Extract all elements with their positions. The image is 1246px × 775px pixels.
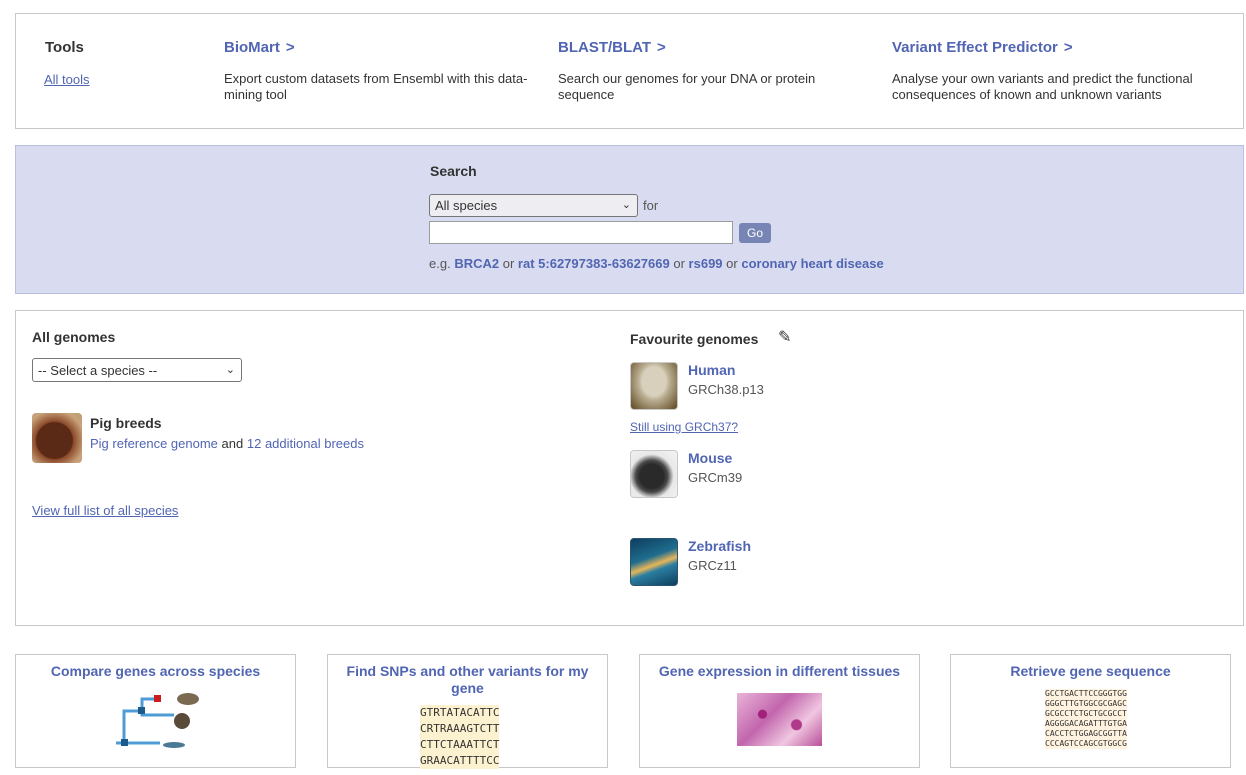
tool-blast: BLAST/BLAT > Search our genomes for your …	[558, 39, 878, 103]
pig-image	[32, 413, 82, 463]
card-gene-expression[interactable]: Gene expression in different tissues	[639, 654, 920, 768]
card-retrieve-sequence[interactable]: Retrieve gene sequence GCCTGACTTCCGGGTGG…	[950, 654, 1231, 768]
example-brca2-link[interactable]: BRCA2	[454, 256, 499, 271]
blast-description: Search our genomes for your DNA or prote…	[558, 71, 816, 102]
pig-reference-link[interactable]: Pig reference genome	[90, 436, 218, 451]
pig-links: Pig reference genome and 12 additional b…	[90, 436, 364, 451]
go-button[interactable]: Go	[739, 223, 771, 243]
pig-breeds-title: Pig breeds	[90, 415, 162, 431]
search-examples: e.g. BRCA2 or rat 5:62797383-63627669 or…	[429, 256, 884, 271]
fav-name[interactable]: Mouse	[688, 450, 732, 466]
favourite-zebrafish[interactable]: Zebrafish GRCz11	[630, 538, 930, 588]
select-species-dropdown[interactable]: -- Select a species -- ⌄	[32, 358, 242, 382]
fav-assembly: GRCm39	[688, 470, 743, 485]
example-rs699-link[interactable]: rs699	[689, 256, 723, 271]
chevron-right-icon: >	[285, 39, 295, 56]
chevron-down-icon: ⌄	[621, 199, 631, 211]
species-select-value: All species	[435, 198, 498, 213]
gene-sequence: GCCTGACTTCCGGGTGG GGGCTTGTGGCGCGAGC GCGC…	[1045, 689, 1127, 749]
grch37-link[interactable]: Still using GRCh37?	[630, 420, 738, 434]
favourite-genomes-title: Favourite genomes	[630, 331, 759, 347]
mouse-image	[630, 450, 678, 498]
tissue-image	[737, 693, 822, 746]
vep-description: Analyse your own variants and predict th…	[892, 71, 1193, 102]
search-input[interactable]	[429, 221, 733, 244]
human-image	[630, 362, 678, 410]
pig-breeds-link[interactable]: 12 additional breeds	[247, 436, 364, 451]
biomart-link[interactable]: BioMart >	[224, 39, 544, 59]
species-tree-icon	[116, 693, 199, 748]
chevron-down-icon: ⌄	[225, 364, 235, 376]
vep-link[interactable]: Variant Effect Predictor >	[892, 39, 1212, 59]
favourite-human[interactable]: Human GRCh38.p13	[630, 362, 930, 412]
card-title[interactable]: Retrieve gene sequence	[965, 663, 1216, 680]
fav-assembly: GRCz11	[688, 558, 737, 573]
species-select[interactable]: All species ⌄	[429, 194, 638, 217]
blast-link[interactable]: BLAST/BLAT >	[558, 39, 878, 59]
view-all-species-link[interactable]: View full list of all species	[32, 503, 178, 518]
biomart-description: Export custom datasets from Ensembl with…	[224, 71, 528, 102]
fav-name[interactable]: Human	[688, 362, 735, 378]
chevron-right-icon: >	[657, 39, 666, 56]
card-title[interactable]: Compare genes across species	[30, 663, 281, 680]
favourite-mouse[interactable]: Mouse GRCm39	[630, 450, 930, 500]
tool-vep: Variant Effect Predictor > Analyse your o…	[892, 39, 1212, 103]
genomes-panel: All genomes -- Select a species -- ⌄ Pig…	[15, 310, 1244, 626]
tools-title: Tools	[45, 39, 84, 56]
snp-sequence: GTRTATACATTC CRTRAAAGTCTT CTTCTAAATTCT G…	[420, 705, 500, 769]
search-title: Search	[430, 163, 477, 179]
all-tools-link[interactable]: All tools	[44, 72, 90, 87]
example-rat-link[interactable]: rat 5:62797383-63627669	[518, 256, 670, 271]
search-panel: Search All species ⌄ for Go e.g. BRCA2 o…	[15, 145, 1244, 294]
tools-panel: Tools All tools BioMart > Export custom d…	[15, 13, 1244, 129]
example-chd-link[interactable]: coronary heart disease	[741, 256, 883, 271]
pencil-icon[interactable]: ✎	[778, 327, 791, 347]
all-genomes-title: All genomes	[32, 329, 116, 345]
zebrafish-image	[630, 538, 678, 586]
fav-name[interactable]: Zebrafish	[688, 538, 751, 554]
fav-assembly: GRCh38.p13	[688, 382, 764, 397]
card-title[interactable]: Gene expression in different tissues	[654, 663, 905, 680]
card-compare-genes[interactable]: Compare genes across species	[15, 654, 296, 768]
card-find-snps[interactable]: Find SNPs and other variants for my gene…	[327, 654, 608, 769]
chevron-right-icon: >	[1063, 39, 1073, 56]
card-title[interactable]: Find SNPs and other variants for my gene	[342, 663, 593, 697]
for-label: for	[643, 198, 659, 213]
tool-biomart: BioMart > Export custom datasets from Ens…	[224, 39, 544, 103]
